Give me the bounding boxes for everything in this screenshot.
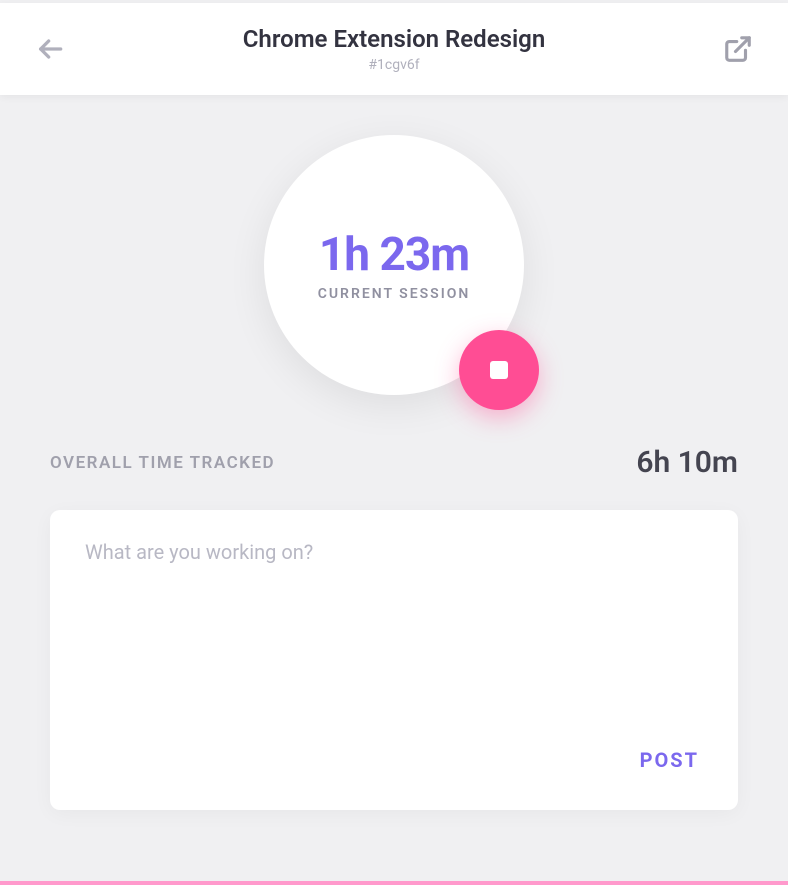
note-input-card: POST: [50, 510, 738, 810]
main-content: 1h 23m CURRENT SESSION OVERALL TIME TRAC…: [0, 95, 788, 850]
stop-timer-button[interactable]: [459, 330, 539, 410]
current-session-label: CURRENT SESSION: [318, 286, 471, 302]
overall-time-value: 6h 10m: [636, 445, 738, 480]
header-title-group: Chrome Extension Redesign #1cgv6f: [243, 25, 546, 73]
back-button[interactable]: [30, 29, 70, 69]
timer-section: 1h 23m CURRENT SESSION: [50, 135, 738, 395]
task-id: #1cgv6f: [243, 57, 546, 73]
overall-time-row: OVERALL TIME TRACKED 6h 10m: [50, 445, 738, 480]
page-title: Chrome Extension Redesign: [243, 25, 546, 53]
header: Chrome Extension Redesign #1cgv6f: [0, 3, 788, 95]
note-textarea[interactable]: [85, 540, 703, 612]
current-session-time: 1h 23m: [319, 228, 469, 282]
stop-icon: [490, 361, 508, 379]
overall-time-label: OVERALL TIME TRACKED: [50, 453, 275, 473]
post-button[interactable]: POST: [636, 740, 703, 780]
external-link-icon: [723, 34, 753, 64]
timer-circle: 1h 23m CURRENT SESSION: [264, 135, 524, 395]
arrow-left-icon: [34, 33, 66, 65]
open-external-button[interactable]: [718, 29, 758, 69]
